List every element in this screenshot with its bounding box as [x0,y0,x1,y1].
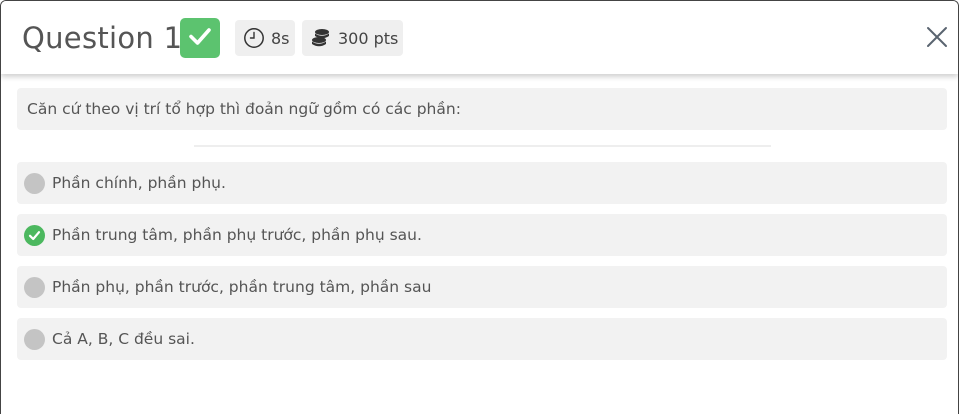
question-text: Căn cứ theo vị trí tổ hợp thì đoản ngữ g… [17,88,947,130]
answer-option-a[interactable]: Phần chính, phần phụ. [17,162,947,204]
unselected-marker-icon [24,172,45,194]
answer-option-label: Phần chính, phần phụ. [52,174,226,192]
time-badge: 8s [235,20,295,56]
answer-option-label: Phần phụ, phần trước, phần trung tâm, ph… [52,278,432,296]
points-badge: 300 pts [302,20,403,56]
answer-option-label: Phần trung tâm, phần phụ trước, phần phụ… [52,226,422,244]
divider [194,145,771,147]
modal-header: Question 1 8s 300 pts [1,1,958,74]
unselected-marker-icon [24,328,45,350]
close-button[interactable] [924,26,950,52]
answer-option-d[interactable]: Cả A, B, C đều sai. [17,318,947,360]
answer-option-c[interactable]: Phần phụ, phần trước, phần trung tâm, ph… [17,266,947,308]
coins-icon [309,26,333,50]
question-modal: Question 1 8s 300 pts Căn cứ theo vị trí… [0,0,959,414]
answer-option-label: Cả A, B, C đều sai. [52,330,195,348]
correct-check-icon [24,224,45,246]
answer-option-b[interactable]: Phần trung tâm, phần phụ trước, phần phụ… [17,214,947,256]
correct-badge [180,18,220,58]
clock-icon [242,26,266,50]
points-value: 300 pts [338,28,399,48]
question-title: Question 1 [22,21,183,55]
close-icon[interactable] [926,26,948,52]
unselected-marker-icon [24,276,45,298]
time-value: 8s [271,28,290,48]
check-icon [187,23,213,53]
